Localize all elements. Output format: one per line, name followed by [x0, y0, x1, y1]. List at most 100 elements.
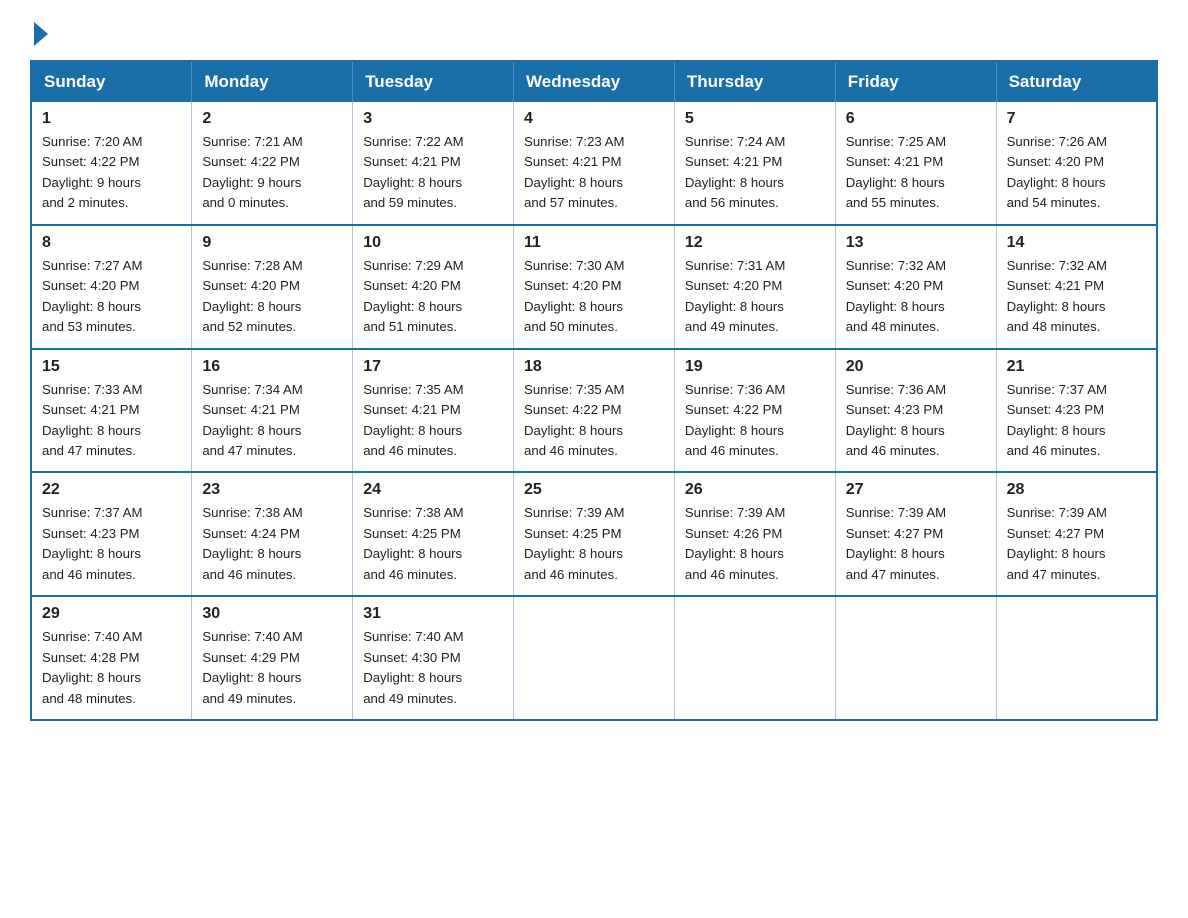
calendar-cell: 13 Sunrise: 7:32 AMSunset: 4:20 PMDayligh…	[835, 225, 996, 349]
day-number: 5	[685, 110, 825, 128]
calendar-cell: 27Sunrise: 7:39 AMSunset: 4:27 PMDayligh…	[835, 472, 996, 596]
day-number: 11	[524, 234, 664, 252]
calendar-cell: 6 Sunrise: 7:25 AMSunset: 4:21 PMDaylight…	[835, 102, 996, 225]
week-row-5: 29 Sunrise: 7:40 AMSunset: 4:28 PMDayligh…	[31, 596, 1157, 720]
day-info: Sunrise: 7:40 AMSunset: 4:30 PMDaylight:…	[363, 627, 503, 709]
calendar-cell: 20 Sunrise: 7:36 AMSunset: 4:23 PMDayligh…	[835, 349, 996, 473]
week-row-3: 15 Sunrise: 7:33 AMSunset: 4:21 PMDayligh…	[31, 349, 1157, 473]
calendar-cell: 7 Sunrise: 7:26 AMSunset: 4:20 PMDaylight…	[996, 102, 1157, 225]
day-number: 1	[42, 110, 181, 128]
calendar-cell: 5Sunrise: 7:24 AMSunset: 4:21 PMDaylight…	[674, 102, 835, 225]
header-saturday: Saturday	[996, 61, 1157, 102]
header-wednesday: Wednesday	[514, 61, 675, 102]
calendar-cell	[996, 596, 1157, 720]
day-number: 22	[42, 481, 181, 499]
day-info: Sunrise: 7:22 AMSunset: 4:21 PMDaylight:…	[363, 132, 503, 214]
day-number: 27	[846, 481, 986, 499]
day-info: Sunrise: 7:34 AMSunset: 4:21 PMDaylight:…	[202, 380, 342, 462]
header-tuesday: Tuesday	[353, 61, 514, 102]
calendar-cell: 29 Sunrise: 7:40 AMSunset: 4:28 PMDayligh…	[31, 596, 192, 720]
calendar-cell: 3 Sunrise: 7:22 AMSunset: 4:21 PMDaylight…	[353, 102, 514, 225]
page-header	[30, 20, 1158, 42]
header-sunday: Sunday	[31, 61, 192, 102]
calendar-cell: 14 Sunrise: 7:32 AMSunset: 4:21 PMDayligh…	[996, 225, 1157, 349]
day-number: 3	[363, 110, 503, 128]
day-info: Sunrise: 7:20 AMSunset: 4:22 PMDaylight:…	[42, 132, 181, 214]
day-number: 20	[846, 358, 986, 376]
day-info: Sunrise: 7:38 AMSunset: 4:24 PMDaylight:…	[202, 503, 342, 585]
day-number: 21	[1007, 358, 1146, 376]
day-number: 15	[42, 358, 181, 376]
day-number: 8	[42, 234, 181, 252]
calendar-cell: 22 Sunrise: 7:37 AMSunset: 4:23 PMDayligh…	[31, 472, 192, 596]
day-info: Sunrise: 7:33 AMSunset: 4:21 PMDaylight:…	[42, 380, 181, 462]
day-number: 30	[202, 605, 342, 623]
day-info: Sunrise: 7:39 AMSunset: 4:25 PMDaylight:…	[524, 503, 664, 585]
day-number: 14	[1007, 234, 1146, 252]
calendar-cell: 10Sunrise: 7:29 AMSunset: 4:20 PMDayligh…	[353, 225, 514, 349]
day-number: 2	[202, 110, 342, 128]
day-info: Sunrise: 7:38 AMSunset: 4:25 PMDaylight:…	[363, 503, 503, 585]
day-info: Sunrise: 7:32 AMSunset: 4:20 PMDaylight:…	[846, 256, 986, 338]
day-number: 4	[524, 110, 664, 128]
day-info: Sunrise: 7:25 AMSunset: 4:21 PMDaylight:…	[846, 132, 986, 214]
calendar-cell: 30 Sunrise: 7:40 AMSunset: 4:29 PMDayligh…	[192, 596, 353, 720]
header-thursday: Thursday	[674, 61, 835, 102]
calendar-cell: 24 Sunrise: 7:38 AMSunset: 4:25 PMDayligh…	[353, 472, 514, 596]
logo-arrow-icon	[34, 22, 48, 46]
day-info: Sunrise: 7:28 AMSunset: 4:20 PMDaylight:…	[202, 256, 342, 338]
day-info: Sunrise: 7:40 AMSunset: 4:29 PMDaylight:…	[202, 627, 342, 709]
day-number: 7	[1007, 110, 1146, 128]
calendar-cell: 23 Sunrise: 7:38 AMSunset: 4:24 PMDayligh…	[192, 472, 353, 596]
calendar-cell: 31 Sunrise: 7:40 AMSunset: 4:30 PMDayligh…	[353, 596, 514, 720]
day-info: Sunrise: 7:31 AMSunset: 4:20 PMDaylight:…	[685, 256, 825, 338]
day-number: 24	[363, 481, 503, 499]
week-row-4: 22 Sunrise: 7:37 AMSunset: 4:23 PMDayligh…	[31, 472, 1157, 596]
calendar-cell	[514, 596, 675, 720]
calendar-cell: 4Sunrise: 7:23 AMSunset: 4:21 PMDaylight…	[514, 102, 675, 225]
calendar-cell: 17Sunrise: 7:35 AMSunset: 4:21 PMDayligh…	[353, 349, 514, 473]
day-number: 17	[363, 358, 503, 376]
day-number: 16	[202, 358, 342, 376]
day-info: Sunrise: 7:36 AMSunset: 4:22 PMDaylight:…	[685, 380, 825, 462]
calendar-cell: 26 Sunrise: 7:39 AMSunset: 4:26 PMDayligh…	[674, 472, 835, 596]
calendar-cell: 11 Sunrise: 7:30 AMSunset: 4:20 PMDayligh…	[514, 225, 675, 349]
day-number: 18	[524, 358, 664, 376]
day-number: 26	[685, 481, 825, 499]
calendar-header-row: SundayMondayTuesdayWednesdayThursdayFrid…	[31, 61, 1157, 102]
calendar-cell: 9 Sunrise: 7:28 AMSunset: 4:20 PMDaylight…	[192, 225, 353, 349]
day-info: Sunrise: 7:36 AMSunset: 4:23 PMDaylight:…	[846, 380, 986, 462]
calendar-cell: 8 Sunrise: 7:27 AMSunset: 4:20 PMDaylight…	[31, 225, 192, 349]
header-friday: Friday	[835, 61, 996, 102]
calendar-cell: 28Sunrise: 7:39 AMSunset: 4:27 PMDayligh…	[996, 472, 1157, 596]
day-number: 13	[846, 234, 986, 252]
day-info: Sunrise: 7:21 AMSunset: 4:22 PMDaylight:…	[202, 132, 342, 214]
calendar-cell: 25Sunrise: 7:39 AMSunset: 4:25 PMDayligh…	[514, 472, 675, 596]
calendar-table: SundayMondayTuesdayWednesdayThursdayFrid…	[30, 60, 1158, 721]
day-number: 28	[1007, 481, 1146, 499]
day-info: Sunrise: 7:40 AMSunset: 4:28 PMDaylight:…	[42, 627, 181, 709]
calendar-cell: 21 Sunrise: 7:37 AMSunset: 4:23 PMDayligh…	[996, 349, 1157, 473]
day-info: Sunrise: 7:26 AMSunset: 4:20 PMDaylight:…	[1007, 132, 1146, 214]
day-info: Sunrise: 7:30 AMSunset: 4:20 PMDaylight:…	[524, 256, 664, 338]
day-number: 29	[42, 605, 181, 623]
day-number: 31	[363, 605, 503, 623]
calendar-cell	[674, 596, 835, 720]
calendar-cell: 16 Sunrise: 7:34 AMSunset: 4:21 PMDayligh…	[192, 349, 353, 473]
day-info: Sunrise: 7:37 AMSunset: 4:23 PMDaylight:…	[42, 503, 181, 585]
calendar-cell	[835, 596, 996, 720]
day-info: Sunrise: 7:32 AMSunset: 4:21 PMDaylight:…	[1007, 256, 1146, 338]
header-monday: Monday	[192, 61, 353, 102]
day-number: 9	[202, 234, 342, 252]
day-info: Sunrise: 7:39 AMSunset: 4:26 PMDaylight:…	[685, 503, 825, 585]
day-number: 19	[685, 358, 825, 376]
day-number: 6	[846, 110, 986, 128]
week-row-2: 8 Sunrise: 7:27 AMSunset: 4:20 PMDaylight…	[31, 225, 1157, 349]
day-number: 10	[363, 234, 503, 252]
week-row-1: 1 Sunrise: 7:20 AMSunset: 4:22 PMDaylight…	[31, 102, 1157, 225]
calendar-cell: 1 Sunrise: 7:20 AMSunset: 4:22 PMDaylight…	[31, 102, 192, 225]
day-info: Sunrise: 7:37 AMSunset: 4:23 PMDaylight:…	[1007, 380, 1146, 462]
day-number: 12	[685, 234, 825, 252]
day-number: 23	[202, 481, 342, 499]
day-info: Sunrise: 7:27 AMSunset: 4:20 PMDaylight:…	[42, 256, 181, 338]
